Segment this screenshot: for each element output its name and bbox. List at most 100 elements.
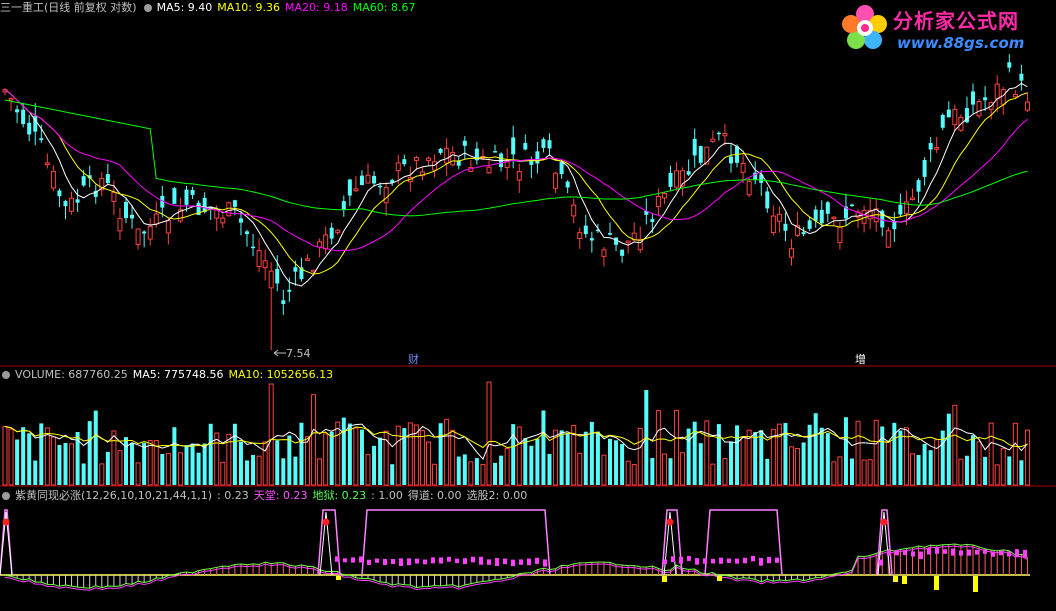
candle[interactable] [589, 231, 594, 253]
candle[interactable] [740, 155, 746, 184]
volume-bar[interactable] [583, 431, 588, 485]
volume-bar[interactable] [135, 462, 141, 486]
volume-bar[interactable] [124, 437, 128, 485]
volume-bar[interactable] [934, 439, 940, 486]
volume-bar[interactable] [825, 433, 830, 485]
volume-bar[interactable] [595, 431, 600, 485]
volume-bar[interactable] [87, 421, 92, 485]
volume-bar[interactable] [898, 430, 903, 485]
candle[interactable] [147, 218, 153, 246]
candle[interactable] [184, 185, 189, 212]
candle[interactable] [1000, 87, 1006, 115]
candle[interactable] [541, 137, 546, 153]
volume-bar[interactable] [130, 443, 135, 485]
candle[interactable] [504, 148, 510, 180]
candle[interactable] [93, 184, 98, 204]
candle[interactable] [770, 205, 776, 236]
candle[interactable] [976, 99, 982, 119]
candle[interactable] [33, 103, 38, 146]
candle[interactable] [347, 178, 352, 206]
volume-bar[interactable] [111, 430, 117, 486]
price-candles[interactable] [2, 54, 1030, 350]
marker-zeng[interactable]: 增 [855, 351, 866, 367]
volume-bar[interactable] [946, 413, 951, 485]
candle[interactable] [105, 163, 110, 185]
volume-bar[interactable] [57, 444, 62, 485]
candle[interactable] [39, 124, 44, 143]
volume-bar[interactable] [710, 463, 716, 486]
volume-bar[interactable] [952, 404, 958, 486]
volume-bar[interactable] [776, 423, 782, 486]
volume-bar[interactable] [468, 461, 474, 486]
candle[interactable] [50, 165, 56, 192]
volume-bars[interactable] [2, 381, 1030, 486]
candle[interactable] [776, 206, 782, 233]
candle[interactable] [372, 171, 377, 187]
candle[interactable] [262, 249, 268, 281]
volume-bar[interactable] [765, 458, 770, 485]
candle[interactable] [511, 125, 516, 169]
candle[interactable] [686, 159, 691, 177]
candle[interactable] [795, 211, 801, 237]
volume-bar[interactable] [753, 432, 758, 485]
volume-bar[interactable] [493, 462, 498, 485]
candle[interactable] [722, 123, 728, 146]
candle[interactable] [994, 75, 1000, 113]
volume-bar[interactable] [81, 463, 86, 485]
candle[interactable] [867, 197, 873, 229]
candle[interactable] [983, 86, 988, 111]
volume-bar[interactable] [329, 431, 334, 485]
volume-bar[interactable] [214, 432, 220, 486]
volume-bar[interactable] [1012, 422, 1018, 486]
candle[interactable] [1019, 64, 1024, 91]
volume-settings-dot-icon[interactable] [2, 371, 10, 379]
volume-bar[interactable] [311, 394, 317, 486]
volume-bar[interactable] [177, 452, 183, 486]
candle[interactable] [365, 163, 371, 184]
volume-bar[interactable] [698, 443, 703, 485]
candle[interactable] [8, 97, 14, 112]
volume-bar[interactable] [2, 425, 8, 486]
volume-bar[interactable] [1007, 456, 1012, 485]
candle[interactable] [44, 153, 50, 169]
candle[interactable] [523, 134, 528, 151]
volume-bar[interactable] [419, 429, 425, 486]
candle[interactable] [172, 187, 177, 205]
volume-bar[interactable] [165, 452, 171, 486]
candle[interactable] [499, 152, 504, 172]
volume-bar[interactable] [976, 441, 982, 486]
candle[interactable] [493, 144, 498, 153]
volume-bar[interactable] [190, 443, 195, 485]
candle[interactable] [843, 193, 848, 226]
candle[interactable] [516, 163, 522, 193]
volume-bar[interactable] [117, 450, 123, 486]
candle[interactable] [837, 221, 843, 250]
volume-bar[interactable] [1019, 460, 1024, 485]
volume-bar[interactable] [1024, 429, 1030, 486]
volume-bar[interactable] [735, 425, 740, 485]
candle[interactable] [117, 208, 123, 240]
settings-dot-icon[interactable] [143, 4, 152, 12]
volume-bar[interactable] [44, 427, 50, 486]
candle[interactable] [631, 222, 637, 242]
volume-bar[interactable] [480, 463, 486, 486]
volume-bar[interactable] [964, 455, 969, 485]
indicator-settings-dot-icon[interactable] [2, 492, 10, 500]
volume-bar[interactable] [202, 443, 207, 485]
candle[interactable] [329, 222, 334, 245]
candle[interactable] [256, 238, 262, 273]
volume-bar[interactable] [655, 410, 661, 486]
candle[interactable] [190, 186, 195, 200]
candle[interactable] [468, 159, 474, 173]
volume-bar[interactable] [910, 453, 915, 486]
volume-bar[interactable] [958, 458, 964, 486]
volume-bar[interactable] [885, 441, 891, 486]
volume-bar[interactable] [299, 422, 304, 485]
candle[interactable] [565, 180, 570, 194]
volume-bar[interactable] [504, 447, 510, 486]
volume-bar[interactable] [335, 421, 341, 486]
volume-bar[interactable] [317, 458, 323, 486]
volume-bar[interactable] [922, 443, 927, 485]
candle[interactable] [305, 254, 310, 261]
candle[interactable] [553, 171, 559, 194]
